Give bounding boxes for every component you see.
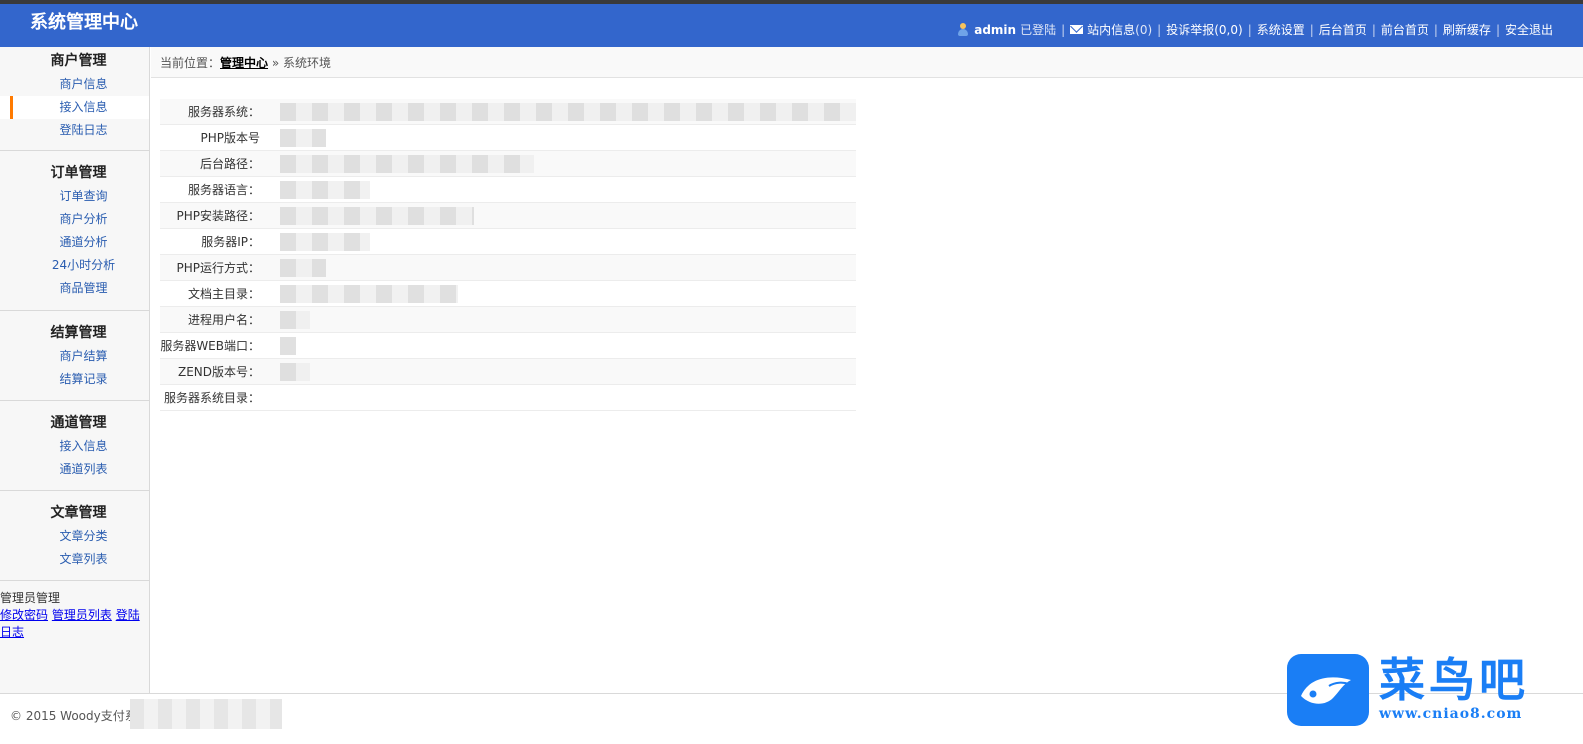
- nav-separator: |: [1247, 22, 1252, 37]
- info-row-php-version: PHP版本号: [160, 125, 856, 151]
- info-row-server-os: 服务器系统：: [160, 99, 856, 125]
- redacted-value: [280, 232, 370, 251]
- info-label: PHP安装路径：: [176, 209, 261, 223]
- info-row-server-language: 服务器语言：: [160, 177, 856, 203]
- nav-separator: |: [1157, 22, 1162, 37]
- redacted-value: [280, 206, 474, 225]
- info-label: 服务器系统：: [187, 105, 260, 119]
- info-label: ZEND版本号：: [177, 365, 260, 379]
- breadcrumb-prefix: 当前位置：: [160, 56, 221, 70]
- username: admin: [974, 22, 1017, 37]
- site-home-link[interactable]: 前台首页: [1381, 21, 1429, 38]
- info-row-php-run-mode: PHP运行方式：: [160, 255, 856, 281]
- breadcrumb-current: 系统环境: [283, 56, 332, 70]
- info-row-zend-version: ZEND版本号：: [160, 359, 856, 385]
- sidebar-item-merchant-settlement[interactable]: 商户结算: [0, 345, 149, 368]
- sidebar-item-article-categories[interactable]: 文章分类: [0, 525, 149, 548]
- redacted-value: [280, 284, 458, 303]
- watermark-text: 菜鸟吧: [1379, 653, 1529, 707]
- sidebar-item-product-management[interactable]: 商品管理: [0, 277, 149, 300]
- nav-separator: |: [1309, 22, 1314, 37]
- sidebar-item-merchant-analysis[interactable]: 商户分析: [0, 208, 149, 231]
- info-row-server-ip: 服务器IP：: [160, 229, 856, 255]
- redacted-value: [280, 310, 310, 329]
- system-settings-link[interactable]: 系统设置: [1257, 21, 1305, 38]
- sidebar-item-change-password[interactable]: 修改密码: [0, 608, 48, 622]
- sidebar-item-order-query[interactable]: 订单查询: [0, 185, 149, 208]
- info-row-system-directory: 服务器系统目录：: [160, 385, 856, 411]
- refresh-cache-link[interactable]: 刷新缓存: [1443, 21, 1491, 38]
- bird-icon: [1301, 677, 1351, 704]
- sidebar-group-title: 文章管理: [50, 505, 107, 521]
- watermark-url: www.cniao8.com: [1379, 706, 1523, 722]
- info-label: 服务器IP：: [201, 235, 260, 249]
- sidebar: 商户管理 商户信息 接入信息 登陆日志 订单管理 订单查询 商户分析 通道分析 …: [0, 47, 150, 693]
- info-label: 服务器WEB端口：: [160, 339, 260, 353]
- logout-link[interactable]: 安全退出: [1505, 21, 1553, 38]
- redacted-value: [280, 362, 310, 381]
- nav-separator: |: [1371, 22, 1376, 37]
- sidebar-item-login-log[interactable]: 登陆日志: [0, 119, 149, 142]
- sidebar-group-orders: 订单管理 订单查询 商户分析 通道分析 24小时分析 商品管理: [0, 159, 149, 311]
- redacted-value: [280, 180, 370, 199]
- nav-separator: |: [1433, 22, 1438, 37]
- header: 系统管理中心 admin 已登陆 | 站内信息(0) | 投诉举报(0,0) |…: [0, 4, 1583, 47]
- redacted-value: [280, 128, 326, 147]
- sidebar-group-settlement: 结算管理 商户结算 结算记录: [0, 319, 149, 401]
- user-icon: [957, 22, 969, 37]
- sidebar-item-access-info[interactable]: 接入信息: [0, 96, 149, 119]
- watermark-logo: 菜鸟吧 www.cniao8.com: [1287, 654, 1557, 729]
- admin-home-link[interactable]: 后台首页: [1319, 21, 1367, 38]
- copyright: © 2015 Woody支付系: [10, 709, 137, 723]
- sidebar-group-merchant: 商户管理 商户信息 接入信息 登陆日志: [0, 47, 149, 151]
- redacted-value: [280, 258, 326, 277]
- sidebar-group-title: 管理员管理: [0, 591, 61, 605]
- info-label: 服务器语言：: [187, 183, 260, 197]
- sidebar-item-channel-access-info[interactable]: 接入信息: [0, 435, 149, 458]
- info-label: 后台路径：: [199, 157, 260, 171]
- sidebar-item-article-list[interactable]: 文章列表: [0, 548, 149, 571]
- redacted-footer: [130, 699, 282, 729]
- redacted-value: [280, 102, 856, 121]
- sidebar-item-channel-list[interactable]: 通道列表: [0, 458, 149, 481]
- info-label: PHP运行方式：: [176, 261, 261, 275]
- sidebar-item-merchant-info[interactable]: 商户信息: [0, 73, 149, 96]
- sidebar-group-title: 结算管理: [50, 325, 107, 341]
- info-label: PHP版本号: [200, 131, 261, 145]
- app-title: 系统管理中心: [30, 12, 138, 33]
- sidebar-group-channels: 通道管理 接入信息 通道列表: [0, 409, 149, 491]
- top-nav: admin 已登陆 | 站内信息(0) | 投诉举报(0,0) | 系统设置 |…: [957, 21, 1553, 38]
- sidebar-group-articles: 文章管理 文章分类 文章列表: [0, 499, 149, 581]
- sidebar-group-admins: 管理员管理 修改密码 管理员列表 登陆日志: [0, 589, 149, 640]
- system-info-table: 服务器系统： PHP版本号 后台路径： 服务器语言： PHP安装路径： 服务器I…: [160, 99, 856, 411]
- nav-separator: |: [1495, 22, 1500, 37]
- messages-link[interactable]: 站内信息(0): [1087, 21, 1152, 38]
- info-row-php-install-path: PHP安装路径：: [160, 203, 856, 229]
- sidebar-group-title: 商户管理: [50, 53, 107, 69]
- info-row-process-user: 进程用户名：: [160, 307, 856, 333]
- info-row-document-root: 文档主目录：: [160, 281, 856, 307]
- info-label: 进程用户名：: [187, 313, 260, 327]
- sidebar-item-channel-analysis[interactable]: 通道分析: [0, 231, 149, 254]
- breadcrumb-link-admin-center[interactable]: 管理中心: [220, 56, 268, 70]
- breadcrumb-separator: »: [271, 56, 280, 70]
- bird-logo-icon: [1287, 654, 1369, 726]
- sidebar-item-admin-list[interactable]: 管理员列表: [52, 608, 112, 622]
- info-row-admin-path: 后台路径：: [160, 151, 856, 177]
- sidebar-item-24h-analysis[interactable]: 24小时分析: [0, 254, 149, 277]
- breadcrumb: 当前位置：管理中心 » 系统环境: [151, 47, 1583, 78]
- redacted-value: [280, 154, 534, 173]
- mail-icon: [1070, 25, 1084, 34]
- sidebar-item-settlement-records[interactable]: 结算记录: [0, 368, 149, 391]
- login-status: 已登陆: [1020, 23, 1057, 37]
- sidebar-group-title: 订单管理: [50, 165, 107, 181]
- info-row-web-port: 服务器WEB端口：: [160, 333, 856, 359]
- complaints-link[interactable]: 投诉举报(0,0): [1166, 21, 1242, 38]
- info-label: 文档主目录：: [187, 287, 260, 301]
- info-label: 服务器系统目录：: [163, 391, 260, 405]
- nav-separator: |: [1061, 22, 1066, 37]
- redacted-value: [280, 336, 296, 355]
- sidebar-group-title: 通道管理: [50, 415, 107, 431]
